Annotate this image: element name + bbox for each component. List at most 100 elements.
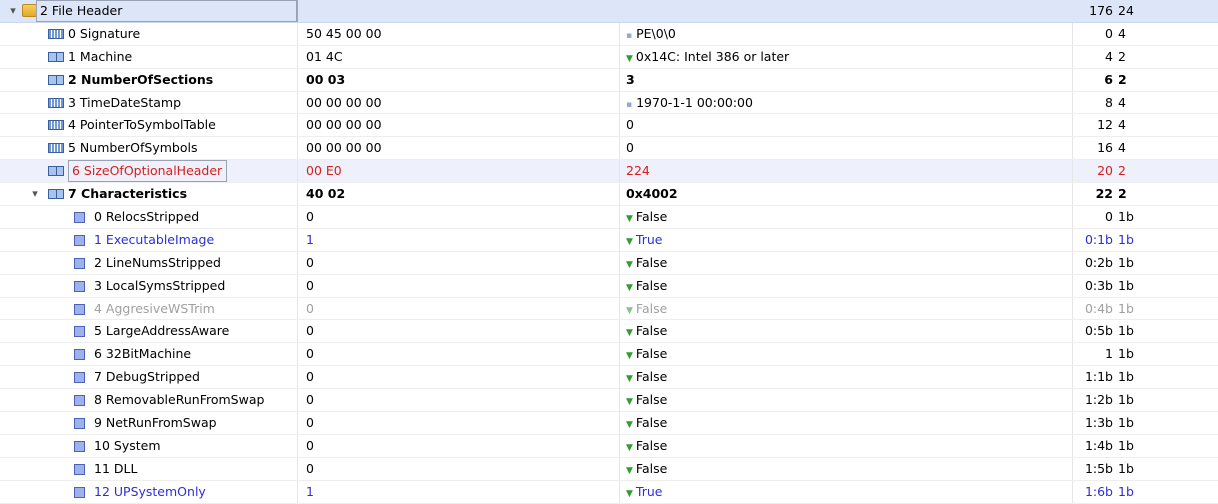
hex-bytes-cell: 0 (298, 320, 620, 343)
enum-dropdown-icon[interactable]: ▼ (626, 420, 633, 430)
field-name-cell[interactable]: 1 Machine (0, 45, 298, 68)
tree-row[interactable]: 2 NumberOfSections 00 03 3 6 2 (0, 68, 1218, 92)
value-cell[interactable]: ▼ False (620, 389, 1073, 412)
tree-row[interactable]: 5 NumberOfSymbols 00 00 00 00 0 16 4 (0, 137, 1218, 161)
field-name-cell[interactable]: 4 AggresiveWSTrim (0, 297, 298, 320)
value-cell[interactable]: ▼ False (620, 251, 1073, 274)
field-name-cell[interactable]: 10 System (0, 434, 298, 457)
value-cell[interactable]: ▪ 1970-1-1 00:00:00 (620, 91, 1073, 114)
tree-row[interactable]: 5 LargeAddressAware 0 ▼ False 0:5b 1b (0, 320, 1218, 344)
field-name-cell[interactable]: 6 SizeOfOptionalHeader (0, 160, 298, 183)
enum-dropdown-icon[interactable]: ▼ (626, 260, 633, 270)
value-text: False (635, 415, 668, 431)
field-name-cell[interactable]: 1 ExecutableImage (0, 228, 298, 251)
field-name: 8 RemovableRunFromSwap (94, 392, 265, 408)
enum-dropdown-icon[interactable]: ▼ (626, 374, 633, 384)
tree-row[interactable]: 12 UPSystemOnly 1 ▼ True 1:6b 1b (0, 480, 1218, 504)
value-cell[interactable]: ▼ False (620, 343, 1073, 366)
expand-chevron-icon[interactable]: ▾ (6, 0, 20, 22)
value-cell[interactable]: ▼ False (620, 206, 1073, 228)
bit-icon (74, 212, 85, 224)
enum-dropdown-icon[interactable]: ▼ (626, 351, 633, 361)
enum-dropdown-icon[interactable]: ▼ (626, 466, 633, 476)
tree-row[interactable]: 11 DLL 0 ▼ False 1:5b 1b (0, 457, 1218, 481)
value-cell[interactable] (620, 0, 1073, 22)
value-cell[interactable]: ▼ False (620, 457, 1073, 480)
struct-icon (48, 166, 64, 177)
value-cell[interactable]: ▪ PE\0\0 (620, 22, 1073, 45)
field-name-cell[interactable]: 5 NumberOfSymbols (0, 137, 298, 160)
value-cell[interactable]: ▼ False (620, 297, 1073, 320)
value-cell[interactable]: ▼ False (620, 434, 1073, 457)
field-name-cell[interactable]: 2 NumberOfSections (0, 68, 298, 91)
field-name-cell[interactable]: 2 LineNumsStripped (0, 251, 298, 274)
array-icon (48, 120, 64, 131)
tree-header-row[interactable]: ▾ 2 File Header 176 24 (0, 0, 1218, 23)
enum-dropdown-icon[interactable]: ▼ (626, 54, 633, 64)
struct-icon (48, 51, 64, 62)
field-name-cell[interactable]: 0 Signature (0, 22, 298, 45)
offset-cell: 1:5b (1084, 460, 1113, 476)
folder-icon (22, 4, 37, 17)
field-name-cell[interactable]: 9 NetRunFromSwap (0, 412, 298, 434)
value-cell[interactable]: ▼ True (620, 480, 1073, 503)
enum-dropdown-icon[interactable]: ▼ (626, 214, 633, 224)
tree-row[interactable]: 0 RelocsStripped 0 ▼ False 0 1b (0, 206, 1218, 229)
tree-row[interactable]: 6 32BitMachine 0 ▼ False 1 1b (0, 343, 1218, 367)
value-cell[interactable]: 224 (620, 160, 1073, 183)
field-name-cell[interactable]: 11 DLL (0, 457, 298, 480)
tree-row[interactable]: 3 TimeDateStamp 00 00 00 00 ▪ 1970-1-1 00:0… (0, 91, 1218, 115)
field-name-cell[interactable]: 3 LocalSymsStripped (0, 274, 298, 297)
value-cell[interactable]: ▼ False (620, 412, 1073, 434)
tree-row[interactable]: 3 LocalSymsStripped 0 ▼ False 0:3b 1b (0, 274, 1218, 298)
bit-icon (74, 349, 85, 361)
tree-row[interactable]: 8 RemovableRunFromSwap 0 ▼ False 1:2b 1b (0, 389, 1218, 413)
field-name-cell[interactable]: 7 DebugStripped (0, 366, 298, 389)
value-cell[interactable]: 0 (620, 137, 1073, 160)
enum-dropdown-icon[interactable]: ▼ (626, 489, 633, 499)
value-cell[interactable]: 0x4002 (620, 183, 1073, 206)
hex-bytes-cell: 0 (298, 251, 620, 274)
tree-row[interactable]: 0 Signature 50 45 00 00 ▪ PE\0\0 0 4 (0, 22, 1218, 46)
structure-tree-view[interactable]: ▾ 2 File Header 176 24 0 Signature 50 45 00 0… (0, 0, 1218, 504)
field-name-cell[interactable]: 12 UPSystemOnly (0, 480, 298, 503)
tree-row[interactable]: 6 SizeOfOptionalHeader 00 E0 224 20 2 (0, 160, 1218, 184)
tree-row[interactable]: 1 Machine 01 4C ▼ 0x14C: Intel 386 or later… (0, 45, 1218, 69)
tree-row[interactable]: 7 DebugStripped 0 ▼ False 1:1b 1b (0, 366, 1218, 390)
field-name: 3 LocalSymsStripped (94, 277, 226, 293)
value-cell[interactable]: ▼ True (620, 228, 1073, 251)
field-name-cell[interactable]: 0 RelocsStripped (0, 206, 298, 228)
enum-dropdown-icon[interactable]: ▼ (626, 443, 633, 453)
value-text: 224 (626, 163, 650, 179)
field-name-cell[interactable]: 3 TimeDateStamp (0, 91, 298, 114)
value-text: False (635, 346, 668, 362)
value-cell[interactable]: ▼ False (620, 274, 1073, 297)
value-cell[interactable]: ▼ 0x14C: Intel 386 or later (620, 45, 1073, 68)
field-name-cell[interactable]: ▾ 7 Characteristics (0, 183, 298, 206)
expand-chevron-icon[interactable]: ▾ (28, 183, 42, 205)
value-cell[interactable]: 3 (620, 68, 1073, 91)
tree-row[interactable]: 10 System 0 ▼ False 1:4b 1b (0, 434, 1218, 458)
field-name-cell[interactable]: 6 32BitMachine (0, 343, 298, 366)
enum-dropdown-icon[interactable]: ▼ (626, 306, 633, 316)
offset-cell: 1:6b (1084, 483, 1113, 499)
enum-dropdown-icon[interactable]: ▼ (626, 328, 633, 338)
tree-row[interactable]: ▾ 7 Characteristics 40 02 0x4002 22 2 (0, 183, 1218, 207)
tree-row[interactable]: 9 NetRunFromSwap 0 ▼ False 1:3b 1b (0, 412, 1218, 435)
enum-dropdown-icon[interactable]: ▼ (626, 237, 633, 247)
hex-bytes-cell: 0 (298, 457, 620, 480)
tree-row[interactable]: 4 PointerToSymbolTable 00 00 00 00 0 12 4 (0, 114, 1218, 138)
enum-dropdown-icon[interactable]: ▼ (626, 283, 633, 293)
value-cell[interactable]: 0 (620, 114, 1073, 137)
enum-dropdown-icon[interactable]: ▼ (626, 397, 633, 407)
tree-row[interactable]: 4 AggresiveWSTrim 0 ▼ False 0:4b 1b (0, 297, 1218, 321)
field-name-cell[interactable]: 8 RemovableRunFromSwap (0, 389, 298, 412)
tree-row[interactable]: 1 ExecutableImage 1 ▼ True 0:1b 1b (0, 228, 1218, 252)
value-cell[interactable]: ▼ False (620, 320, 1073, 343)
field-name-cell[interactable]: ▾ 2 File Header (0, 0, 298, 22)
tree-row[interactable]: 2 LineNumsStripped 0 ▼ False 0:2b 1b (0, 251, 1218, 275)
hex-bytes-cell: 00 E0 (298, 160, 620, 183)
field-name-cell[interactable]: 5 LargeAddressAware (0, 320, 298, 343)
field-name-cell[interactable]: 4 PointerToSymbolTable (0, 114, 298, 137)
value-cell[interactable]: ▼ False (620, 366, 1073, 389)
